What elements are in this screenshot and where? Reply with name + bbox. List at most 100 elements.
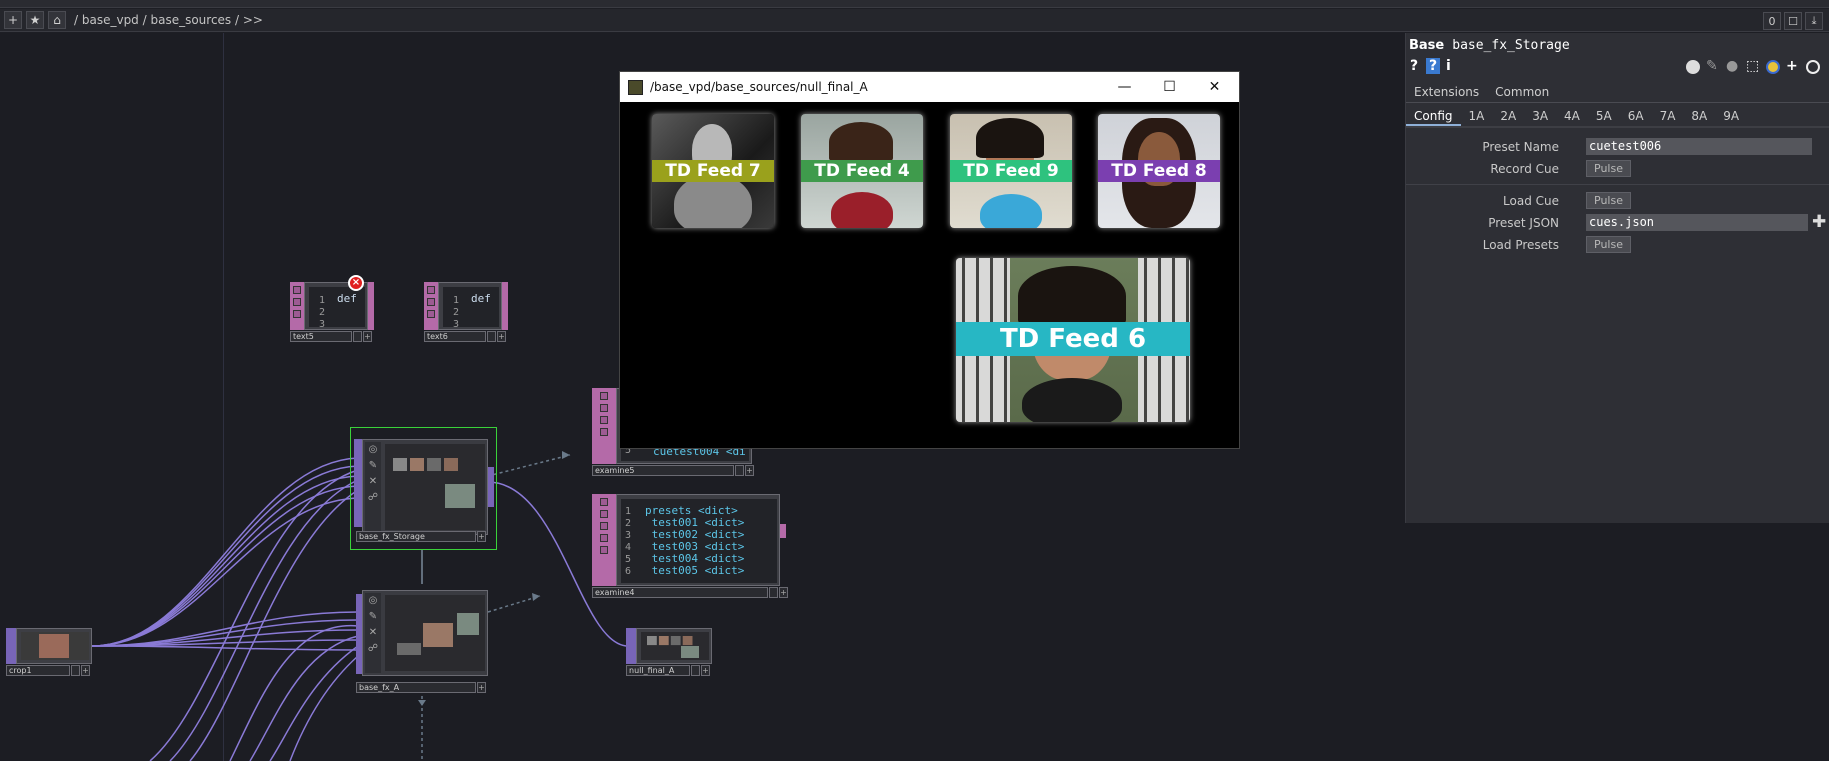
dict-entry: test005 <dict> bbox=[645, 564, 745, 577]
feed-tile: TD Feed 7 bbox=[652, 114, 774, 228]
node-label[interactable]: examine4 bbox=[592, 587, 768, 598]
node-flag[interactable] bbox=[71, 665, 80, 676]
op-name[interactable]: base_fx_Storage bbox=[1452, 38, 1569, 53]
tab-2a[interactable]: 2A bbox=[1492, 106, 1524, 126]
tab-config[interactable]: Config bbox=[1406, 106, 1461, 126]
storage-icon[interactable] bbox=[1686, 60, 1700, 74]
node-flag[interactable]: + bbox=[477, 682, 486, 693]
node-strip bbox=[354, 439, 362, 527]
comment-icon[interactable]: ● bbox=[1726, 58, 1738, 74]
plus-icon[interactable]: + bbox=[1786, 58, 1798, 74]
node-label[interactable]: null_final_A bbox=[626, 665, 690, 676]
node-flag[interactable] bbox=[769, 587, 778, 598]
node-label[interactable]: text5 bbox=[290, 331, 352, 342]
param-label: Load Cue bbox=[1503, 194, 1559, 208]
feed-tile-large: TD Feed 6 bbox=[956, 258, 1190, 422]
node-strip bbox=[290, 282, 304, 330]
load-presets-pulse-button[interactable]: Pulse bbox=[1586, 236, 1631, 253]
node-preview bbox=[21, 632, 89, 660]
python-icon[interactable] bbox=[1766, 60, 1780, 74]
info-icon[interactable]: i bbox=[1446, 58, 1451, 74]
node-body: 1 presets <dict> 2 test001 <dict> 3 test… bbox=[616, 494, 780, 586]
preview-titlebar[interactable]: /base_vpd/base_sources/null_final_A — ☐ … bbox=[620, 72, 1239, 102]
param-label: Preset Name bbox=[1482, 140, 1559, 154]
op-help-icon[interactable]: ? bbox=[1426, 58, 1441, 74]
node-body: ◎ ✎ ✕ ☍ bbox=[362, 590, 488, 676]
target-icon[interactable] bbox=[1806, 60, 1820, 74]
node-body: ◎ ✎ ✕ ☍ bbox=[362, 439, 488, 535]
tab-1a[interactable]: 1A bbox=[1461, 106, 1493, 126]
parameter-panel: Base base_fx_Storage ? ? i ✎ ● ⬚ + Exten… bbox=[1405, 33, 1829, 523]
node-label[interactable]: examine5 bbox=[592, 465, 734, 476]
op-type: Base bbox=[1409, 38, 1445, 53]
error-icon[interactable]: × bbox=[348, 275, 364, 291]
code-text: def bbox=[337, 292, 357, 305]
tab-9a[interactable]: 9A bbox=[1715, 106, 1747, 126]
node-flag[interactable] bbox=[735, 465, 744, 476]
line-number: 2 bbox=[625, 518, 632, 529]
node-flag[interactable]: + bbox=[701, 665, 710, 676]
close-button[interactable]: ✕ bbox=[1192, 72, 1237, 102]
node-strip bbox=[626, 628, 636, 664]
line-number: 1 bbox=[625, 506, 632, 517]
line-number: 3 bbox=[453, 319, 460, 327]
node-strip bbox=[592, 388, 616, 464]
param-label: Preset JSON bbox=[1488, 216, 1559, 230]
preview-thumbs bbox=[647, 636, 693, 646]
tag-icon[interactable]: ⬚ bbox=[1746, 58, 1759, 74]
tab-extensions[interactable]: Extensions bbox=[1406, 83, 1487, 102]
edit-icon[interactable]: ✎ bbox=[1706, 58, 1718, 74]
tab-8a[interactable]: 8A bbox=[1683, 106, 1715, 126]
node-label[interactable]: base_fx_A bbox=[356, 682, 476, 693]
node-flag[interactable]: + bbox=[477, 531, 486, 542]
line-number: 4 bbox=[625, 542, 632, 553]
node-body: 1 2 3 def bbox=[438, 282, 502, 330]
node-flag[interactable] bbox=[691, 665, 700, 676]
app-icon bbox=[628, 79, 643, 95]
node-label[interactable]: base_fx_Storage bbox=[356, 531, 476, 542]
feed-label-bar: TD Feed 9 bbox=[950, 160, 1072, 182]
code-text: def bbox=[471, 292, 491, 305]
feed-label-bar: TD Feed 7 bbox=[652, 160, 774, 182]
node-flag[interactable]: + bbox=[81, 665, 90, 676]
tab-4a[interactable]: 4A bbox=[1556, 106, 1588, 126]
node-label[interactable]: crop1 bbox=[6, 665, 70, 676]
node-strip bbox=[6, 628, 16, 664]
param-preset-name: Preset Name cuetest006 bbox=[1406, 138, 1829, 156]
tab-7a[interactable]: 7A bbox=[1652, 106, 1684, 126]
minimize-button[interactable]: — bbox=[1102, 72, 1147, 102]
feed-label: TD Feed 7 bbox=[665, 161, 761, 181]
node-flag[interactable]: + bbox=[497, 331, 506, 342]
tab-6a[interactable]: 6A bbox=[1620, 106, 1652, 126]
node-label[interactable]: text6 bbox=[424, 331, 486, 342]
tab-common[interactable]: Common bbox=[1487, 83, 1557, 102]
node-flag[interactable] bbox=[487, 331, 496, 342]
param-record-cue: Record Cue Pulse bbox=[1406, 160, 1829, 178]
node-tool-column: ◎ ✎ ✕ ☍ bbox=[365, 442, 381, 532]
feed-label-bar: TD Feed 4 bbox=[801, 160, 923, 182]
node-strip bbox=[502, 282, 508, 330]
preview-window[interactable]: /base_vpd/base_sources/null_final_A — ☐ … bbox=[619, 71, 1240, 449]
tab-3a[interactable]: 3A bbox=[1524, 106, 1556, 126]
node-flag[interactable]: + bbox=[779, 587, 788, 598]
node-strip bbox=[368, 282, 374, 330]
node-flag[interactable] bbox=[353, 331, 362, 342]
node-preview bbox=[385, 444, 485, 530]
line-number: 6 bbox=[625, 566, 632, 577]
load-cue-pulse-button[interactable]: Pulse bbox=[1586, 192, 1631, 209]
param-header: Base base_fx_Storage bbox=[1409, 38, 1570, 53]
node-flag[interactable]: + bbox=[745, 465, 754, 476]
line-number: 2 bbox=[319, 307, 326, 318]
text-viewer: 1 2 3 def bbox=[309, 287, 365, 327]
tab-5a[interactable]: 5A bbox=[1588, 106, 1620, 126]
help-icon[interactable]: ? bbox=[1410, 58, 1418, 74]
maximize-button[interactable]: ☐ bbox=[1147, 72, 1192, 102]
record-cue-pulse-button[interactable]: Pulse bbox=[1586, 160, 1631, 177]
preset-json-field[interactable]: cues.json bbox=[1586, 214, 1808, 231]
node-flag[interactable]: + bbox=[363, 331, 372, 342]
feed-tile: TD Feed 9 bbox=[950, 114, 1072, 228]
file-browse-icon[interactable]: ✚ bbox=[1812, 212, 1826, 232]
node-preview bbox=[385, 595, 485, 671]
preset-name-field[interactable]: cuetest006 bbox=[1586, 138, 1812, 155]
preview-thumb bbox=[681, 646, 699, 658]
